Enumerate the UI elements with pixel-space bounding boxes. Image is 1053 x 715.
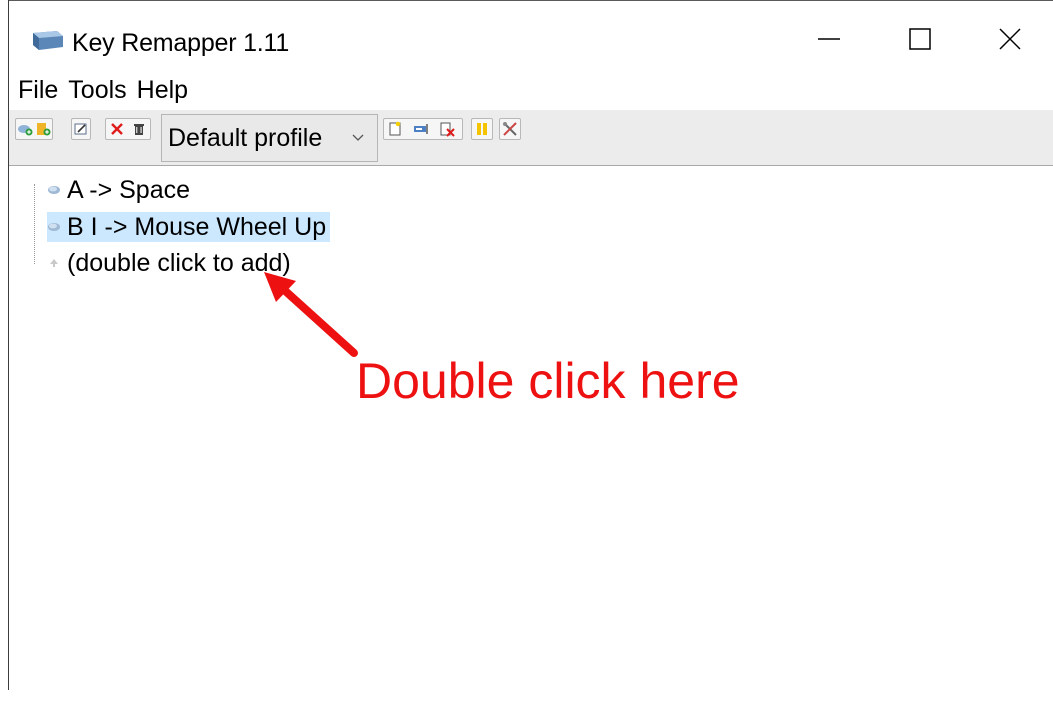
toolbar: Default profile	[9, 110, 1053, 166]
tree-item-b-mouse-wheel-up[interactable]: B I -> Mouse Wheel Up	[47, 212, 331, 242]
pause-group	[471, 118, 493, 140]
minimize-button[interactable]	[784, 11, 874, 67]
edit-group	[71, 118, 91, 140]
app-window: Key Remapper 1.11 File Tools Help Defaul…	[0, 0, 1053, 715]
profile-dropdown[interactable]: Default profile	[161, 114, 378, 162]
tree-item-a-space[interactable]: A -> Space	[47, 175, 194, 205]
profile-dropdown-value: Default profile	[168, 123, 323, 152]
close-button[interactable]	[965, 11, 1053, 67]
small-arrow-icon	[50, 259, 58, 267]
menu-help[interactable]: Help	[136, 76, 189, 105]
tree-item-label: (double click to add)	[67, 248, 291, 277]
minimize-icon	[818, 38, 840, 40]
tree-item-add-new[interactable]: (double click to add)	[47, 248, 295, 278]
rename-profile-icon[interactable]	[413, 121, 429, 137]
trash-icon[interactable]	[131, 121, 147, 137]
maximize-button[interactable]	[875, 11, 965, 67]
keycap-icon	[33, 31, 63, 50]
tree-item-label: A -> Space	[67, 175, 190, 204]
title-bar[interactable]: Key Remapper 1.11	[9, 1, 1053, 67]
chevron-down-icon	[352, 134, 364, 141]
add-group	[15, 118, 53, 140]
x-icon	[999, 28, 1021, 50]
tree-guide-line	[34, 184, 35, 264]
annotation-text: Double click here	[356, 353, 740, 409]
square-icon	[909, 28, 931, 50]
delete-group	[105, 118, 151, 140]
menu-bar: File Tools Help	[9, 68, 1053, 108]
pause-icon[interactable]	[474, 121, 490, 137]
profile-actions-group	[383, 118, 463, 140]
settings-tools-icon[interactable]	[502, 121, 518, 137]
mapping-tree[interactable]: A -> Space B I -> Mouse Wheel Up (double…	[9, 167, 1053, 697]
menu-file[interactable]: File	[17, 76, 59, 105]
keycap-icon	[48, 223, 60, 231]
settings-group	[499, 118, 521, 140]
window-title: Key Remapper 1.11	[72, 29, 290, 57]
edit-icon[interactable]	[73, 121, 89, 137]
tree-item-label: B I -> Mouse Wheel Up	[67, 212, 327, 241]
add-keycap-icon[interactable]	[17, 121, 33, 137]
delete-profile-icon[interactable]	[439, 121, 455, 137]
delete-red-x-icon[interactable]	[109, 121, 125, 137]
menu-tools[interactable]: Tools	[67, 76, 127, 105]
keycap-icon	[48, 186, 60, 194]
add-folder-icon[interactable]	[35, 121, 51, 137]
new-profile-icon[interactable]	[387, 121, 403, 137]
